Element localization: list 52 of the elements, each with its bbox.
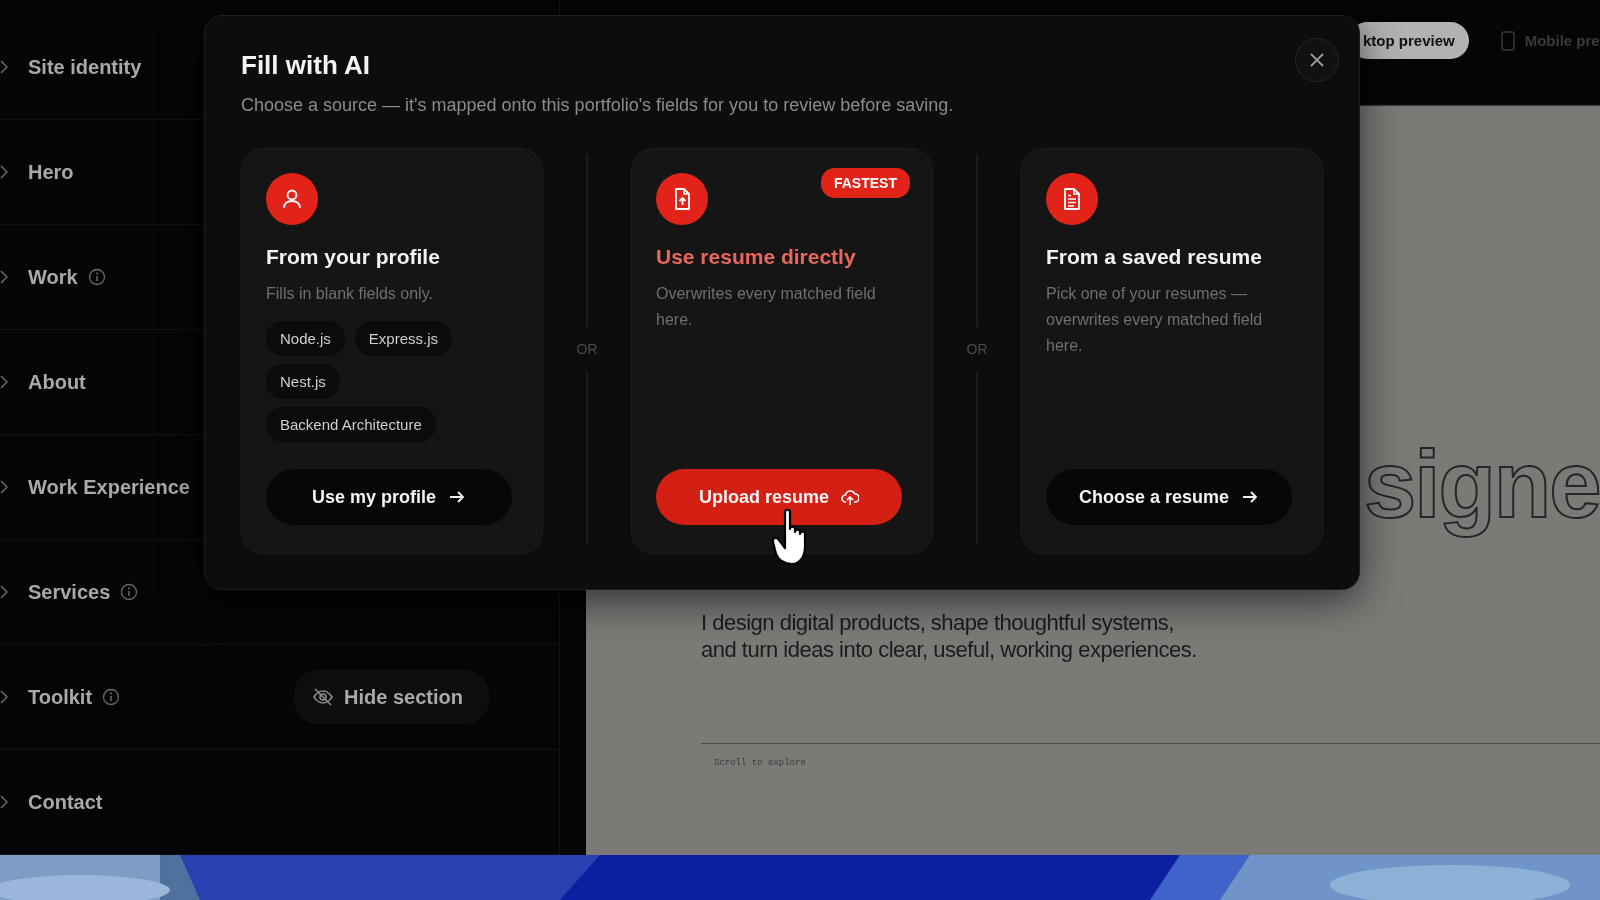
eye-off-icon: [312, 686, 335, 708]
card-title: From a saved resume: [1046, 245, 1263, 269]
close-icon: [1309, 52, 1325, 68]
section-label[interactable]: Services: [28, 580, 111, 604]
phone-icon: [1500, 30, 1515, 51]
card-action-button[interactable]: Choose a resume: [1046, 469, 1292, 525]
option-card[interactable]: From a saved resume Pick one of your resumes — overwrites every matched field here. Choose a resume: [1021, 148, 1323, 554]
section-label[interactable]: Toolkit: [28, 685, 93, 709]
card-description: Pick one of your resumes — overwrites every matched field here.: [1046, 284, 1264, 356]
skill-tag: Nest.js: [266, 364, 340, 399]
section-label[interactable]: Work Experience: [28, 475, 190, 499]
section-label[interactable]: Hero: [28, 160, 74, 184]
skill-tag: Backend Architecture: [266, 407, 436, 442]
section-label[interactable]: Site identity: [28, 55, 142, 79]
info-icon[interactable]: [87, 268, 106, 286]
card-action-button[interactable]: Upload resume: [656, 469, 902, 525]
option-card[interactable]: FASTEST Use resume directly Overwrites every matched field here. Upload resume: [631, 148, 933, 554]
section-label[interactable]: Contact: [28, 790, 103, 814]
card-title: Use resume directly: [656, 245, 857, 269]
hide-section-button[interactable]: Hide section: [294, 670, 489, 724]
file-upload-badge-icon: [656, 173, 708, 225]
chevron-icon[interactable]: [0, 585, 8, 599]
info-icon[interactable]: [102, 688, 121, 706]
close-button[interactable]: [1295, 38, 1339, 82]
skill-tag: Node.js: [266, 321, 345, 356]
card-description: Fills in blank fields only.: [266, 284, 434, 304]
hero-tagline: I design digital products, shape thoughtful systems, and turn ideas into clear, useful, working experiences.: [701, 609, 1198, 664]
chevron-icon[interactable]: [0, 270, 8, 284]
card-action-button[interactable]: Use my profile: [266, 469, 512, 525]
chevron-icon[interactable]: [0, 165, 8, 179]
chevron-icon[interactable]: [0, 795, 8, 809]
dialog-title: Fill with AI: [241, 50, 371, 81]
or-divider-label: OR: [576, 341, 598, 357]
chevron-icon[interactable]: [0, 480, 8, 494]
card-description: Overwrites every matched field here.: [656, 284, 877, 330]
info-icon[interactable]: [120, 583, 139, 601]
section-label[interactable]: About: [28, 370, 86, 394]
dialog-subtitle: Choose a source — it's mapped onto this portfolio's fields for you to review before saving.: [241, 95, 955, 116]
or-divider-label: OR: [966, 341, 988, 357]
document-badge-icon: [1046, 173, 1098, 225]
person-badge-icon: [266, 173, 318, 225]
scroll-hint: Scroll to explore: [714, 758, 807, 769]
section-label[interactable]: Work: [28, 265, 78, 289]
card-title: From your profile: [266, 245, 441, 269]
skill-tag: Express.js: [354, 321, 453, 356]
option-card[interactable]: From your profile Fills in blank fields only. Node.js Express.js Nest.js Backend Architecture Use my profile: [241, 148, 543, 554]
chevron-icon[interactable]: [0, 375, 8, 389]
cloud-upload-icon: [841, 488, 859, 506]
fastest-badge: FASTEST: [821, 168, 910, 198]
hero-heading: signe: [1363, 431, 1600, 540]
chevron-icon[interactable]: [0, 690, 8, 704]
chevron-icon[interactable]: [0, 60, 8, 74]
